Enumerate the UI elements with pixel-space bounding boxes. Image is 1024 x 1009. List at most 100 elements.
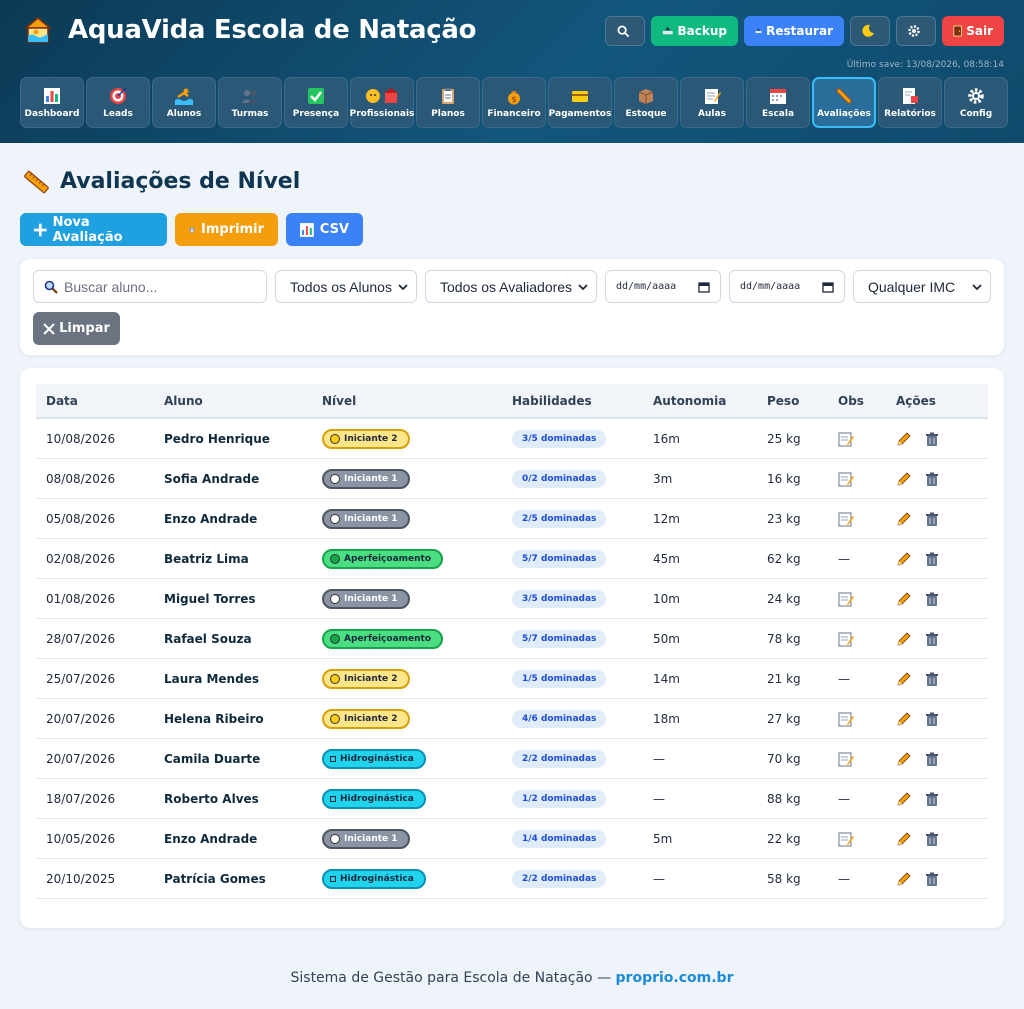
footer-link[interactable]: proprio.com.br (616, 970, 734, 986)
cell-weight: 70 kg (767, 752, 801, 766)
nav-item-escala[interactable]: Escala (746, 77, 810, 128)
nav-item-presenca[interactable]: Presença (284, 77, 348, 128)
edit-pencil-icon[interactable] (896, 591, 911, 607)
column-header[interactable]: Habilidades (512, 384, 592, 419)
table-row[interactable]: 01/08/2026 Miguel Torres Iniciante 1 3/5 do… (36, 579, 988, 619)
edit-pencil-icon[interactable] (896, 551, 911, 567)
delete-trash-icon[interactable] (925, 712, 939, 727)
print-button[interactable]: Imprimir (175, 213, 278, 246)
delete-trash-icon[interactable] (925, 432, 939, 447)
column-header[interactable]: Data (46, 384, 78, 419)
edit-pencil-icon[interactable] (896, 711, 911, 727)
delete-trash-icon[interactable] (925, 672, 939, 687)
edit-pencil-icon[interactable] (896, 511, 911, 527)
target-icon (109, 86, 127, 105)
level-badge: Hidroginástica (322, 869, 426, 889)
column-header[interactable]: Autonomia (653, 384, 726, 419)
delete-trash-icon[interactable] (925, 752, 939, 767)
table-row[interactable]: 20/07/2026 Helena Ribeiro Iniciante 2 4/6 d… (36, 699, 988, 739)
cell-student: Helena Ribeiro (164, 712, 264, 726)
column-header[interactable]: Nível (322, 384, 356, 419)
delete-trash-icon[interactable] (925, 552, 939, 567)
search-button[interactable] (605, 16, 645, 46)
edit-pencil-icon[interactable] (896, 751, 911, 767)
delete-trash-icon[interactable] (925, 512, 939, 527)
cell-obs: — (838, 659, 850, 699)
nav-item-turmas[interactable]: Turmas (218, 77, 282, 128)
table-body: 10/08/2026 Pedro Henrique Iniciante 2 3/5 d… (36, 419, 988, 899)
table-row[interactable]: 10/05/2026 Enzo Andrade Iniciante 1 1/4 dom… (36, 819, 988, 859)
edit-pencil-icon[interactable] (896, 431, 911, 447)
table-row[interactable]: 08/08/2026 Sofia Andrade Iniciante 1 0/2 do… (36, 459, 988, 499)
edit-pencil-icon[interactable] (896, 631, 911, 647)
table-row[interactable]: 20/10/2025 Patrícia Gomes Hidroginástica 2/… (36, 859, 988, 899)
backup-button[interactable]: Backup (651, 16, 738, 46)
note-icon[interactable] (838, 471, 854, 487)
settings-button[interactable] (896, 16, 936, 46)
nav-item-leads[interactable]: Leads (86, 77, 150, 128)
note-icon[interactable] (838, 511, 854, 527)
delete-trash-icon[interactable] (925, 632, 939, 647)
note-icon[interactable] (838, 751, 854, 767)
restore-button[interactable]: Restaurar (744, 16, 844, 46)
cell-level: Iniciante 2 (322, 659, 410, 699)
column-header[interactable]: Ações (896, 384, 936, 419)
imc-filter-select[interactable]: Qualquer IMC (853, 270, 991, 303)
date-from-input[interactable]: dd/mm/aaaa (605, 270, 721, 303)
printer-icon (189, 226, 196, 233)
cell-date: 10/05/2026 (46, 832, 116, 846)
nav-item-alunos[interactable]: Alunos (152, 77, 216, 128)
close-icon (43, 322, 55, 335)
table-row[interactable]: 18/07/2026 Roberto Alves Hidroginástica 1/2… (36, 779, 988, 819)
note-icon[interactable] (838, 711, 854, 727)
nav-item-estoque[interactable]: Estoque (614, 77, 678, 128)
edit-pencil-icon[interactable] (896, 671, 911, 687)
edit-pencil-icon[interactable] (896, 831, 911, 847)
logout-button[interactable]: Sair (942, 16, 1004, 46)
search-input[interactable]: Buscar aluno... (33, 270, 267, 303)
delete-trash-icon[interactable] (925, 792, 939, 807)
nav-item-pagamentos[interactable]: Pagamentos (548, 77, 612, 128)
column-header[interactable]: Aluno (164, 384, 203, 419)
column-header[interactable]: Obs (838, 384, 864, 419)
cell-autonomy: 10m (653, 592, 680, 606)
clear-filters-button[interactable]: Limpar (33, 312, 120, 345)
edit-pencil-icon[interactable] (896, 791, 911, 807)
delete-trash-icon[interactable] (925, 592, 939, 607)
cell-weight: 27 kg (767, 712, 801, 726)
student-filter-select[interactable]: Todos os Alunos (275, 270, 417, 303)
delete-trash-icon[interactable] (925, 472, 939, 487)
table-row[interactable]: 20/07/2026 Camila Duarte Hidroginástica 2/2… (36, 739, 988, 779)
nav-item-relatorios[interactable]: Relatórios (878, 77, 942, 128)
new-evaluation-button[interactable]: Nova Avaliação (20, 213, 167, 246)
nav-item-financeiro[interactable]: $ Financeiro (482, 77, 546, 128)
note-icon[interactable] (838, 431, 854, 447)
nav-item-dashboard[interactable]: Dashboard (20, 77, 84, 128)
table-row[interactable]: 05/08/2026 Enzo Andrade Iniciante 1 2/5 dom… (36, 499, 988, 539)
table-row[interactable]: 28/07/2026 Rafael Souza Aperfeiçoamento 5/7… (36, 619, 988, 659)
delete-trash-icon[interactable] (925, 832, 939, 847)
delete-trash-icon[interactable] (925, 872, 939, 887)
nav-item-profissionais[interactable]: Profissionais (350, 77, 414, 128)
nav-item-aulas[interactable]: Aulas (680, 77, 744, 128)
edit-pencil-icon[interactable] (896, 471, 911, 487)
date-to-input[interactable]: dd/mm/aaaa (729, 270, 845, 303)
table-row[interactable]: 25/07/2026 Laura Mendes Iniciante 2 1/5 dom… (36, 659, 988, 699)
note-icon[interactable] (838, 831, 854, 847)
table-row[interactable]: 02/08/2026 Beatriz Lima Aperfeiçoamento 5/7… (36, 539, 988, 579)
edit-pencil-icon[interactable] (896, 871, 911, 887)
note-icon[interactable] (838, 631, 854, 647)
table-row[interactable]: 10/08/2026 Pedro Henrique Iniciante 2 3/5 d… (36, 419, 988, 459)
nav-item-avaliacoes[interactable]: Avaliações (812, 77, 876, 128)
nav-item-config[interactable]: Config (944, 77, 1008, 128)
column-header[interactable]: Peso (767, 384, 799, 419)
cell-obs (838, 419, 854, 459)
note-icon[interactable] (838, 591, 854, 607)
cell-date: 25/07/2026 (46, 672, 116, 686)
csv-export-button[interactable]: CSV (286, 213, 363, 246)
nav-item-label: Dashboard (24, 108, 80, 119)
nav-item-planos[interactable]: Planos (416, 77, 480, 128)
dark-mode-toggle[interactable] (850, 16, 890, 46)
cell-autonomy: 3m (653, 472, 673, 486)
evaluator-filter-select[interactable]: Todos os Avaliadores (425, 270, 597, 303)
